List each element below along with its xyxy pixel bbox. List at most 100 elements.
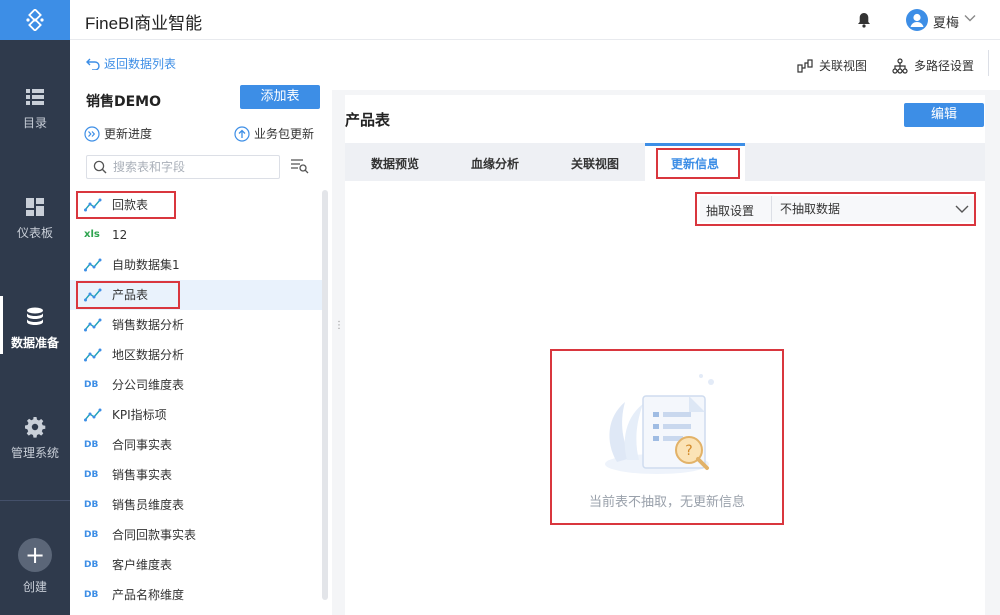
- db-table-icon: DB: [84, 560, 99, 570]
- tree-item-12[interactable]: xls 12: [70, 220, 322, 250]
- excel-icon: xls: [84, 229, 100, 240]
- analysis-table-icon: [84, 288, 102, 302]
- multipath-settings-button[interactable]: 多路径设置: [892, 57, 974, 74]
- list-icon: [26, 89, 44, 105]
- back-arrow-icon: [86, 58, 100, 70]
- tree-item-salesperson-dim[interactable]: DB 销售员维度表: [70, 490, 322, 520]
- table-name: 销售事实表: [112, 468, 173, 482]
- table-name: 客户维度表: [112, 558, 173, 572]
- rail-item-admin[interactable]: 管理系统: [0, 416, 70, 461]
- table-name: 合同回款事实表: [112, 528, 197, 542]
- table-name: KPI指标项: [112, 408, 167, 422]
- table-name: 回款表: [112, 198, 149, 212]
- tree-item-contract-payment-fact[interactable]: DB 合同回款事实表: [70, 520, 322, 550]
- analysis-table-icon: [84, 348, 102, 362]
- add-table-button[interactable]: 添加表: [240, 85, 320, 109]
- tree-item-customer-dim[interactable]: DB 客户维度表: [70, 550, 322, 580]
- back-label: 返回数据列表: [104, 57, 177, 71]
- table-name: 12: [112, 228, 128, 242]
- upload-circle-icon: [234, 125, 250, 142]
- analysis-table-icon: [84, 318, 102, 332]
- table-name: 销售数据分析: [112, 318, 185, 332]
- database-icon: [27, 307, 43, 325]
- create-label: 创建: [22, 580, 47, 594]
- search-icon: [93, 160, 107, 174]
- app-title: FineBI商业智能: [85, 14, 203, 33]
- table-title: 产品表: [345, 111, 391, 129]
- table-name: 销售员维度表: [112, 498, 185, 512]
- package-update-label: 业务包更新: [254, 127, 315, 141]
- avatar[interactable]: [906, 9, 928, 31]
- tab-data-preview[interactable]: 数据预览: [345, 143, 445, 181]
- user-icon: [910, 13, 924, 27]
- tree-item-kpi[interactable]: KPI指标项: [70, 400, 322, 430]
- rail-divider: [0, 500, 70, 501]
- progress-icon: [84, 125, 100, 142]
- table-name: 产品名称维度: [112, 588, 185, 602]
- db-table-icon: DB: [84, 530, 99, 540]
- chevron-down-icon[interactable]: [955, 204, 969, 214]
- tree-item-region-analysis[interactable]: 地区数据分析: [70, 340, 322, 370]
- tree-item-sales-fact[interactable]: DB 销售事实表: [70, 460, 322, 490]
- toolbar-divider: [988, 50, 989, 76]
- plus-icon: +: [18, 538, 52, 572]
- rail-item-label: 仪表板: [16, 226, 53, 240]
- tree-item-sales-analysis[interactable]: 销售数据分析: [70, 310, 322, 340]
- extract-setting-select[interactable]: 不抽取数据: [771, 196, 975, 222]
- rail-item-label: 数据准备: [10, 336, 59, 350]
- table-name: 地区数据分析: [112, 348, 185, 362]
- multipath-label: 多路径设置: [914, 59, 975, 73]
- db-table-icon: DB: [84, 500, 99, 510]
- db-table-icon: DB: [84, 380, 99, 390]
- bell-icon[interactable]: [857, 12, 871, 28]
- table-name: 自助数据集1: [112, 258, 180, 272]
- scrollbar[interactable]: [322, 190, 328, 600]
- dashboard-icon: [26, 198, 44, 216]
- nav-rail: 目录 仪表板 数据准备 管理系统 + 创建: [0, 0, 70, 615]
- analysis-table-icon: [84, 408, 102, 422]
- finebi-logo-icon: [26, 9, 44, 31]
- extract-setting-label: 抽取设置: [706, 204, 755, 218]
- chevron-down-icon[interactable]: [964, 13, 976, 23]
- tree-item-huikuan[interactable]: 回款表: [70, 190, 322, 220]
- rail-item-label: 管理系统: [10, 446, 59, 460]
- tree-item-branch-dim[interactable]: DB 分公司维度表: [70, 370, 322, 400]
- db-table-icon: DB: [84, 440, 99, 450]
- db-table-icon: DB: [84, 470, 99, 480]
- tree-item-product-name-dim[interactable]: DB 产品名称维度: [70, 580, 322, 610]
- search-input[interactable]: [113, 160, 263, 174]
- logo[interactable]: [0, 0, 70, 40]
- analysis-table-icon: [84, 198, 102, 212]
- tab-relation-view[interactable]: 关联视图: [545, 143, 645, 181]
- edit-button[interactable]: 编辑: [904, 103, 984, 127]
- update-progress-button[interactable]: 更新进度: [84, 125, 152, 142]
- update-progress-label: 更新进度: [104, 127, 153, 141]
- drag-handle-icon[interactable]: ⋮: [334, 320, 344, 331]
- back-to-data-list-link[interactable]: 返回数据列表: [86, 55, 176, 72]
- rail-item-dashboard[interactable]: 仪表板: [0, 196, 70, 241]
- sort-filter-icon[interactable]: [290, 157, 310, 175]
- table-tree: 回款表 xls 12 自助数据集1 产品表 销售数据分析 地区数据分析 DB 分…: [70, 190, 322, 610]
- tree-item-contract-fact[interactable]: DB 合同事实表: [70, 430, 322, 460]
- search-box[interactable]: [86, 155, 280, 179]
- svg-text:?: ?: [685, 443, 692, 459]
- tab-lineage[interactable]: 血缘分析: [445, 143, 545, 181]
- package-update-button[interactable]: 业务包更新: [234, 125, 314, 142]
- rail-item-label: 目录: [22, 116, 47, 130]
- top-bar: FineBI商业智能 夏梅: [70, 0, 1000, 40]
- empty-state-message: 当前表不抽取，无更新信息: [588, 495, 745, 510]
- relation-view-button[interactable]: 关联视图: [797, 57, 867, 74]
- table-name: 产品表: [112, 288, 149, 302]
- rail-item-catalog[interactable]: 目录: [0, 86, 70, 131]
- rail-item-data-prep[interactable]: 数据准备: [0, 296, 70, 354]
- user-name[interactable]: 夏梅: [933, 12, 959, 31]
- relation-icon: [797, 58, 813, 73]
- empty-document-illustration: ?: [605, 374, 714, 474]
- table-name: 合同事实表: [112, 438, 173, 452]
- tab-update-info[interactable]: 更新信息: [645, 143, 745, 181]
- create-button[interactable]: + 创建: [0, 538, 70, 595]
- tree-item-self-service-dataset[interactable]: 自助数据集1: [70, 250, 322, 280]
- relation-view-label: 关联视图: [819, 59, 868, 73]
- analysis-table-icon: [84, 258, 102, 272]
- tree-item-product-table[interactable]: 产品表: [70, 280, 322, 310]
